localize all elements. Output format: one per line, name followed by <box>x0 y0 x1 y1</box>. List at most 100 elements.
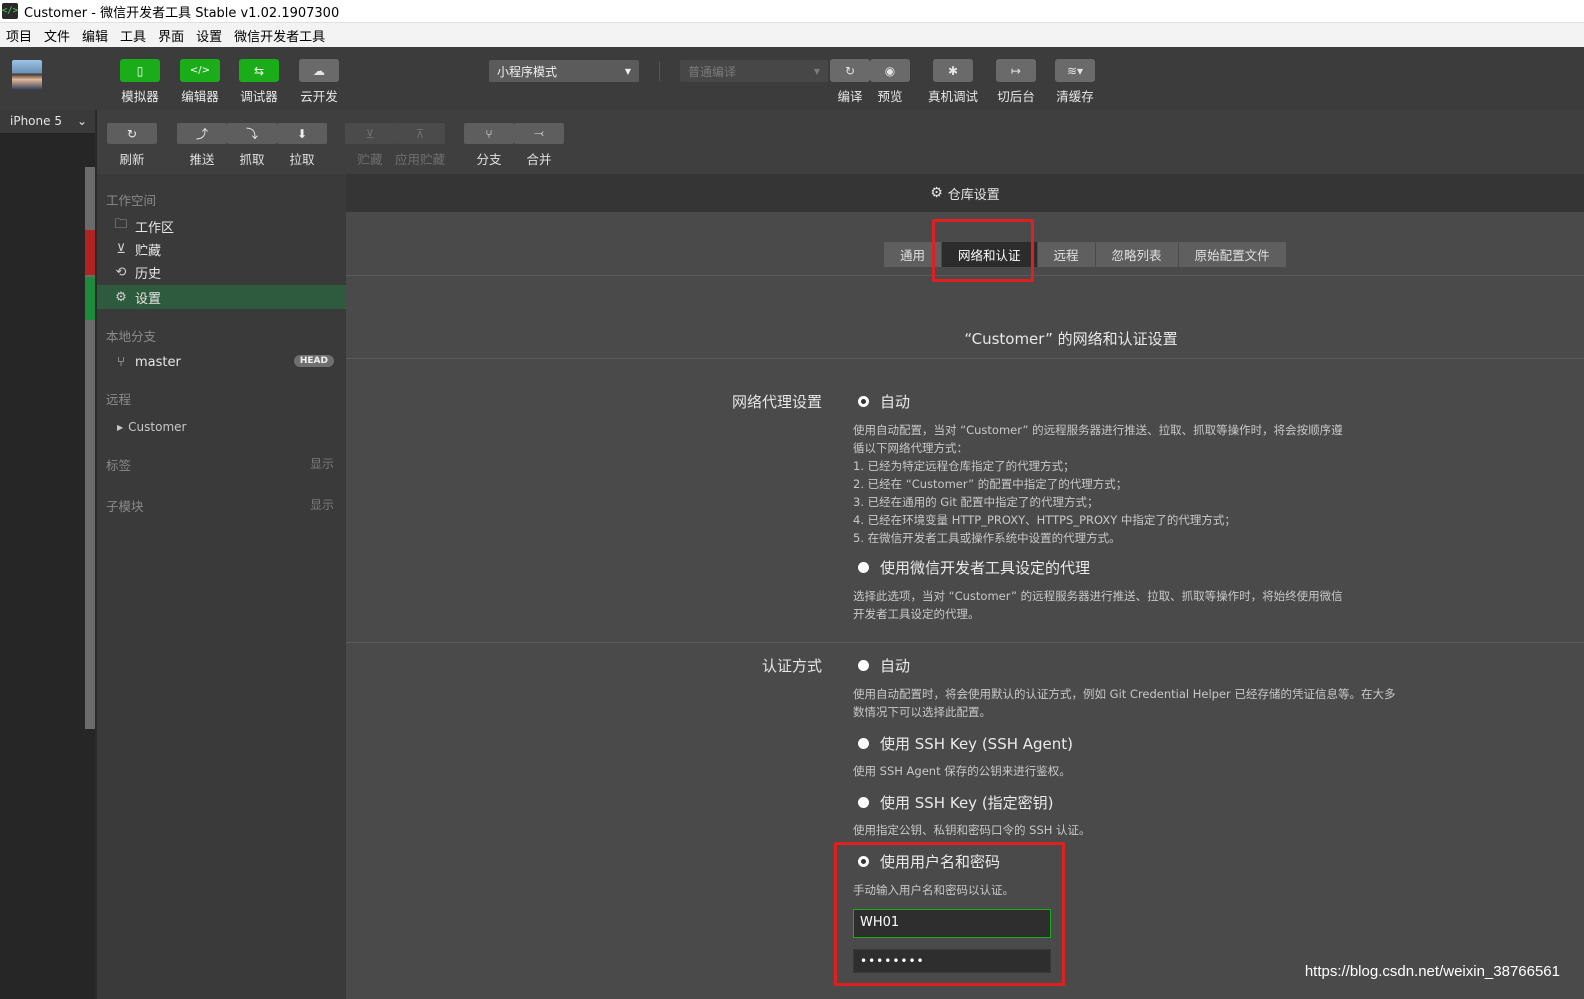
description-line: 5. 在微信开发者工具或操作系统中设置的代理方式。 <box>853 531 1121 545</box>
remote-name: Customer <box>128 420 187 434</box>
editor-label: 编辑器 <box>181 89 219 104</box>
tab-remote[interactable]: 远程 <box>1037 242 1096 267</box>
remote-item-customer[interactable]: ▶ Customer <box>97 415 346 439</box>
merge-button[interactable]: ⤙ 合并 <box>514 123 564 168</box>
description-line: 循以下网络代理方式： <box>853 441 968 455</box>
proxy-label: 网络代理设置 <box>731 393 822 411</box>
history-icon: ⟲ <box>115 264 127 280</box>
submodules-show-toggle[interactable]: 显示 <box>310 496 334 513</box>
proxy-wechat-label: 使用微信开发者工具设定的代理 <box>880 559 1091 577</box>
menu-settings[interactable]: 设置 <box>196 26 222 45</box>
divider <box>346 358 1584 359</box>
exit-icon: ↦ <box>996 59 1036 82</box>
head-badge: HEAD <box>293 355 334 367</box>
title-bar: </> Customer - 微信开发者工具 Stable v1.02.1907… <box>0 0 1584 23</box>
simulator-label: 模拟器 <box>121 89 159 104</box>
settings-header: ⚙ 仓库设置 <box>346 174 1584 212</box>
stash-icon: ⊻ <box>345 123 395 144</box>
background-label: 切后台 <box>997 89 1035 104</box>
simulator-red-marker <box>85 230 95 275</box>
auth-ssh-key-label: 使用 SSH Key (指定密钥) <box>880 794 1054 812</box>
description-line: 3. 已经在通用的 Git 配置中指定了的代理方式； <box>853 495 1099 509</box>
description-line: 使用自动配置时，将会使用默认的认证方式，例如 Git Credential He… <box>853 687 1396 701</box>
radio-icon <box>858 562 869 573</box>
mode-select-value: 小程序模式 <box>497 64 558 79</box>
tags-section-title: 标签 <box>106 458 132 473</box>
fetch-button[interactable]: ⤵ 抓取 <box>227 123 277 168</box>
preview-button[interactable]: ◉ 预览 <box>864 59 916 105</box>
refresh-button[interactable]: ↻ 刷新 <box>107 123 157 168</box>
gear-icon: ⚙ <box>115 289 127 305</box>
menu-edit[interactable]: 编辑 <box>82 26 108 45</box>
clear-cache-button[interactable]: ≋▾ 清缓存 <box>1049 59 1101 105</box>
auth-auto-description: 使用自动配置时，将会使用默认的认证方式，例如 Git Credential He… <box>853 685 1395 721</box>
sidebar-item-history[interactable]: ⟲ 历史 <box>97 260 346 284</box>
branch-button[interactable]: ⑂ 分支 <box>464 123 514 168</box>
branch-label: 分支 <box>476 152 502 167</box>
description-line: 开发者工具设定的代理。 <box>853 607 980 621</box>
eye-icon: ◉ <box>870 59 910 82</box>
menu-wechat-devtools[interactable]: 微信开发者工具 <box>234 26 325 45</box>
auth-ssh-agent-option[interactable]: 使用 SSH Key (SSH Agent) <box>858 733 1073 754</box>
simulator-green-marker <box>85 277 95 320</box>
proxy-wechat-option[interactable]: 使用微信开发者工具设定的代理 <box>858 557 1090 578</box>
compile-mode-select[interactable]: 普通编译 ▼ <box>680 60 828 82</box>
tab-raw-config[interactable]: 原始配置文件 <box>1178 242 1287 267</box>
highlight-box-tab <box>932 219 1034 282</box>
remote-debug-button[interactable]: ✱ 真机调试 <box>927 59 979 105</box>
device-select[interactable]: iPhone 5 ⌄ <box>0 110 97 134</box>
sidebar-item-stash[interactable]: ⊻ 贮藏 <box>97 237 346 261</box>
tab-ignore-list[interactable]: 忽略列表 <box>1095 242 1179 267</box>
debugger-button[interactable]: ⇆ 调试器 <box>233 59 285 105</box>
clear-cache-label: 清缓存 <box>1056 89 1094 104</box>
merge-icon: ⤙ <box>514 123 564 144</box>
simulator-button[interactable]: ▯ 模拟器 <box>114 59 166 105</box>
compile-mode-value: 普通编译 <box>688 64 737 79</box>
fetch-icon: ⤵ <box>227 123 277 144</box>
menu-tools[interactable]: 工具 <box>120 26 146 45</box>
avatar[interactable] <box>12 60 42 90</box>
description-line: 选择此选项，当对 “Customer” 的远程服务器进行推送、拉取、抓取等操作时… <box>853 589 1343 603</box>
background-button[interactable]: ↦ 切后台 <box>990 59 1042 105</box>
branch-item-master[interactable]: ⑂ master HEAD <box>97 350 346 374</box>
menu-project[interactable]: 项目 <box>6 26 32 45</box>
pull-label: 拉取 <box>289 152 315 167</box>
app-logo-icon: </> <box>2 3 18 19</box>
description-line: 使用自动配置，当对 “Customer” 的远程服务器进行推送、拉取、抓取等操作… <box>853 423 1343 437</box>
menu-file[interactable]: 文件 <box>44 26 70 45</box>
sidebar-item-workspace[interactable]: 🗀 工作区 <box>97 214 346 238</box>
tags-show-toggle[interactable]: 显示 <box>310 455 334 472</box>
window-title: Customer - 微信开发者工具 Stable v1.02.1907300 <box>24 5 340 21</box>
phone-icon: ▯ <box>120 59 160 82</box>
proxy-auto-label: 自动 <box>880 393 911 411</box>
merge-label: 合并 <box>526 152 552 167</box>
push-icon: ⤴ <box>177 123 227 144</box>
sidebar-item-settings[interactable]: ⚙ 设置 <box>97 285 346 309</box>
push-label: 推送 <box>189 152 215 167</box>
push-button[interactable]: ⤴ 推送 <box>177 123 227 168</box>
mode-select[interactable]: 小程序模式 ▼ <box>489 60 639 82</box>
bug-icon: ✱ <box>933 59 973 82</box>
sidebar-item-label: 贮藏 <box>135 243 162 259</box>
pull-button[interactable]: ⬇ 拉取 <box>277 123 327 168</box>
stash-button: ⊻ 贮藏 <box>345 123 395 168</box>
proxy-auto-option[interactable]: 自动 <box>858 391 910 412</box>
apply-stash-label: 应用贮藏 <box>395 152 446 167</box>
cloud-button[interactable]: ☁ 云开发 <box>293 59 345 105</box>
auth-ssh-agent-description: 使用 SSH Agent 保存的公钥来进行鉴权。 <box>853 764 1071 778</box>
menu-view[interactable]: 界面 <box>158 26 184 45</box>
apply-stash-icon: ⊼ <box>395 123 445 144</box>
apply-stash-button: ⊼ 应用贮藏 <box>395 123 445 168</box>
auth-ssh-key-option[interactable]: 使用 SSH Key (指定密钥) <box>858 792 1054 813</box>
branch-icon: ⑂ <box>117 354 125 370</box>
device-name: iPhone 5 <box>10 114 62 128</box>
chevron-down-icon: ▼ <box>624 66 631 76</box>
branch-name: master <box>135 354 181 370</box>
auth-label: 认证方式 <box>761 657 822 675</box>
workspace-section-title: 工作空间 <box>106 193 157 208</box>
editor-button[interactable]: </> 编辑器 <box>174 59 226 105</box>
layers-icon: ≋▾ <box>1055 59 1095 82</box>
auth-auto-option[interactable]: 自动 <box>858 655 910 676</box>
description-line: 数情况下可以选择此配置。 <box>853 705 991 719</box>
sidebar-item-label: 历史 <box>135 266 162 282</box>
